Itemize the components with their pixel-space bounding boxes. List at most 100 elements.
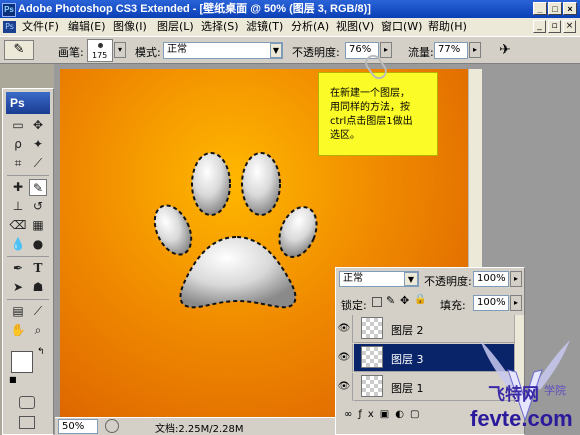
window-title: Adobe Photoshop CS3 Extended - [壁纸桌面 @ 5… [18,3,371,15]
toolbox-divider-3 [7,299,49,300]
menu-view[interactable]: 视图(V) [336,20,374,34]
brush-tool-preset-icon[interactable]: ✎ [4,40,34,60]
eraser-tool-icon[interactable]: ⌫ [9,217,27,234]
fill-label: 填充: [440,299,466,312]
layer-opacity-input[interactable]: 100% [473,271,509,287]
blend-mode-dropdown-arrow[interactable]: ▼ [404,272,418,286]
layer-name: 图层 2 [391,324,424,337]
menu-edit[interactable]: 编辑(E) [68,20,106,34]
watermark-mark: 学院 [544,384,566,397]
move-tool-icon[interactable]: ✥ [29,117,47,134]
lock-all-icon[interactable]: 🔒 [414,294,426,305]
eyedropper-2-tool-icon[interactable]: ⟋ [29,303,47,320]
brush-tool-icon[interactable]: ✎ [29,179,47,196]
toolbox-divider [7,175,49,176]
quick-mask-icon[interactable] [19,396,35,409]
lock-pixels-icon[interactable]: ✎ [386,294,395,307]
foreground-color-swatch[interactable] [11,351,33,373]
airbrush-icon[interactable]: ✈ [494,40,516,60]
close-button[interactable]: × [563,2,577,15]
doc-close-button[interactable]: × [563,20,576,33]
mode-select[interactable]: 正常 [163,42,283,59]
menu-select[interactable]: 选择(S) [201,20,239,34]
toolbox: Ps ▭ ✥ ρ ✦ ⌗ ⟋ ✚ ✎ ⊥ ↺ ⌫ ▦ 💧 ● ✒ T ➤ ☗ ▤… [2,88,54,435]
layer-panel-buttons[interactable]: ∞ƒx▣◐▢ [344,409,425,420]
crop-tool-icon[interactable]: ⌗ [9,155,27,172]
lock-transparent-icon[interactable] [372,297,382,307]
dodge-tool-icon[interactable]: ● [29,236,47,253]
status-info-icon[interactable] [105,419,119,433]
menu-window[interactable]: 窗口(W) [381,20,422,34]
default-colors-icon[interactable]: ■ [9,375,17,384]
zoom-field[interactable]: 50% [58,419,98,434]
layer-opacity-label: 不透明度: [424,275,472,288]
layer-visibility-row-2[interactable]: 👁 [336,344,354,372]
zoom-tool-icon[interactable]: ⌕ [29,322,47,339]
flow-slider-button[interactable]: ▸ [469,42,481,58]
healing-brush-tool-icon[interactable]: ✚ [9,179,27,196]
eye-icon[interactable]: 👁 [336,315,353,343]
brush-size: 175 [92,51,108,60]
menu-filter[interactable]: 滤镜(T) [246,20,283,34]
note-text: 在新建一个图层， 用同样的方法，按 ctrl点击图层1做出 选区。 [330,88,413,141]
tutorial-note: 在新建一个图层， 用同样的方法，按 ctrl点击图层1做出 选区。 [318,72,438,156]
eye-icon[interactable]: 👁 [336,373,353,401]
paw-toe-4 [278,206,318,258]
doc-restore-button[interactable]: ▫ [548,20,561,33]
fill-slider-button[interactable]: ▸ [510,295,522,311]
marquee-tool-icon[interactable]: ▭ [9,117,27,134]
layer-visibility-row-1[interactable]: 👁 [336,315,354,343]
screen-mode-icon[interactable] [19,416,35,429]
brush-picker[interactable]: 175 [87,39,113,62]
brush-label: 画笔: [58,46,84,59]
eyedropper-tool-icon[interactable]: ⟋ [29,155,47,172]
options-bar: ✎ 画笔: 175 ▾ 模式: 正常 ▼ 不透明度: 76% ▸ 流量: 77%… [0,36,580,64]
menu-layer[interactable]: 图层(L) [157,20,194,34]
hand-tool-icon[interactable]: ✋ [9,322,27,339]
lock-label: 锁定: [341,299,367,312]
document-size: 文档:2.25M/2.28M [155,424,244,435]
paw-pad [179,235,297,309]
menu-image[interactable]: 图像(I) [113,20,147,34]
shape-tool-icon[interactable]: ☗ [29,279,47,296]
layer-thumbnail [361,346,383,368]
fill-input[interactable]: 100% [473,295,509,311]
blur-tool-icon[interactable]: 💧 [9,236,27,253]
magic-wand-tool-icon[interactable]: ✦ [29,136,47,153]
paw-toe-1 [153,204,193,256]
gradient-tool-icon[interactable]: ▦ [29,217,47,234]
eye-icon[interactable]: 👁 [336,344,353,372]
flow-input[interactable]: 77% [434,42,468,59]
doc-minimize-button[interactable]: _ [533,20,546,33]
app-icon: Ps [2,3,16,17]
type-tool-icon[interactable]: T [29,260,47,277]
lock-position-icon[interactable]: ✥ [400,294,409,307]
path-selection-tool-icon[interactable]: ➤ [9,279,27,296]
paw-toe-2 [191,152,231,216]
layer-thumbnail [361,317,383,339]
document-icon[interactable]: Ps [3,21,16,33]
lasso-tool-icon[interactable]: ρ [9,136,27,153]
menu-help[interactable]: 帮助(H) [428,20,467,34]
notes-tool-icon[interactable]: ▤ [9,303,27,320]
layer-name: 图层 1 [391,382,424,395]
mode-dropdown-arrow[interactable]: ▼ [270,43,282,58]
site-watermark: 飞特网 学院 fevte.com [470,330,580,435]
menu-analysis[interactable]: 分析(A) [291,20,329,34]
history-brush-tool-icon[interactable]: ↺ [29,198,47,215]
pen-tool-icon[interactable]: ✒ [9,260,27,277]
layer-opacity-slider-button[interactable]: ▸ [510,271,522,287]
swap-colors-icon[interactable]: ↰ [37,347,45,357]
flow-label: 流量: [408,46,434,59]
layer-visibility-row-3[interactable]: 👁 [336,373,354,401]
mode-value: 正常 [167,44,187,55]
brush-picker-dropdown[interactable]: ▾ [114,42,126,58]
minimize-button[interactable]: _ [533,2,547,15]
menu-file[interactable]: 文件(F) [22,20,59,34]
maximize-button[interactable]: □ [548,2,562,15]
paw-toe-3 [241,152,281,216]
watermark-site: fevte.com [470,406,573,431]
title-bar: Ps Adobe Photoshop CS3 Extended - [壁纸桌面 … [0,0,580,18]
opacity-slider-button[interactable]: ▸ [380,42,392,58]
clone-stamp-tool-icon[interactable]: ⊥ [9,198,27,215]
